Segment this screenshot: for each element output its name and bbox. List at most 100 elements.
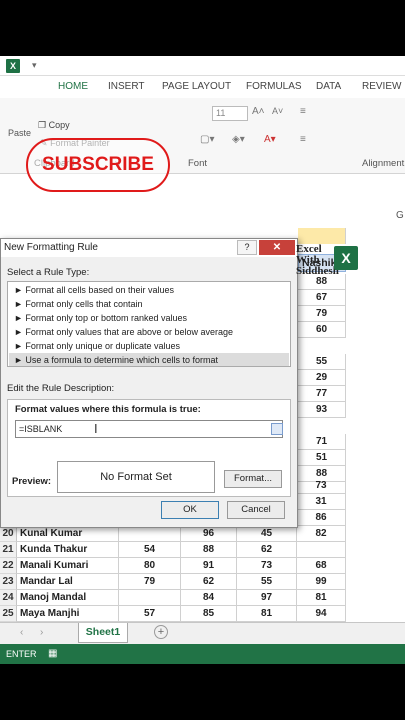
- fill-color-icon[interactable]: ◈▾: [232, 134, 245, 145]
- table-cell[interactable]: 73: [237, 558, 297, 574]
- table-cell[interactable]: 57: [119, 606, 181, 622]
- close-button[interactable]: ✕: [259, 240, 295, 255]
- borders-icon[interactable]: ▢▾: [200, 134, 214, 145]
- format-button[interactable]: Format...: [224, 470, 282, 488]
- table-cell[interactable]: 82: [297, 526, 346, 542]
- row-header[interactable]: 22: [0, 558, 17, 574]
- rule-type-item[interactable]: ► Format only top or bottom ranked value…: [14, 313, 187, 323]
- copy-button[interactable]: ❐ Copy: [38, 120, 70, 131]
- tab-data[interactable]: DATA: [316, 81, 341, 92]
- table-cell[interactable]: 55: [298, 354, 346, 370]
- ok-button[interactable]: OK: [161, 501, 219, 519]
- arrow-icon: ►: [14, 313, 26, 323]
- table-cell[interactable]: [119, 590, 181, 606]
- subscribe-overlay: SUBSCRIBE: [26, 138, 170, 192]
- table-cell[interactable]: 79: [298, 306, 346, 322]
- collapse-dialog-icon[interactable]: [271, 423, 283, 435]
- table-cell[interactable]: 71: [298, 434, 346, 450]
- table-cell[interactable]: Kunda Thakur: [17, 542, 119, 558]
- add-sheet-icon[interactable]: +: [154, 625, 168, 639]
- arrow-icon: ►: [14, 341, 26, 351]
- macro-record-icon[interactable]: ▦: [48, 648, 57, 659]
- tab-formulas[interactable]: FORMULAS: [246, 81, 302, 92]
- table-cell[interactable]: 51: [298, 450, 346, 466]
- row-header[interactable]: 21: [0, 542, 17, 558]
- table-cell[interactable]: 54: [119, 542, 181, 558]
- table-cell[interactable]: 77: [298, 386, 346, 402]
- table-cell[interactable]: 67: [298, 290, 346, 306]
- shrink-font-icon[interactable]: A˅: [272, 106, 283, 116]
- rule-type-label: Format only unique or duplicate values: [25, 341, 181, 351]
- table-cell[interactable]: 68: [297, 558, 346, 574]
- select-rule-type-label: Select a Rule Type:: [7, 267, 90, 278]
- table-cell[interactable]: 60: [298, 322, 346, 338]
- rule-type-list: ► Format all cells based on their values…: [7, 281, 291, 367]
- formula-input[interactable]: =ISBLANK I: [15, 420, 283, 438]
- table-cell[interactable]: 45: [237, 526, 297, 542]
- title-bar: X ▾: [0, 56, 405, 76]
- table-cell[interactable]: 97: [237, 590, 297, 606]
- row-header[interactable]: 23: [0, 574, 17, 590]
- rule-type-item[interactable]: ► Use a formula to determine which cells…: [14, 355, 218, 365]
- rule-type-item[interactable]: ► Format only unique or duplicate values: [14, 341, 180, 351]
- table-cell[interactable]: 73: [297, 478, 346, 494]
- table-cell[interactable]: [119, 526, 181, 542]
- table-cell[interactable]: Maya Manjhi: [17, 606, 119, 622]
- cancel-button[interactable]: Cancel: [227, 501, 285, 519]
- rule-type-item[interactable]: ► Format all cells based on their values: [14, 285, 174, 295]
- row-header[interactable]: 24: [0, 590, 17, 606]
- table-cell[interactable]: [297, 542, 346, 558]
- table-cell[interactable]: 79: [119, 574, 181, 590]
- table-cell[interactable]: Manoj Mandal: [17, 590, 119, 606]
- font-color-icon[interactable]: A▾: [264, 134, 276, 145]
- excel-logo-icon: X: [6, 59, 20, 73]
- grow-font-icon[interactable]: A˄: [252, 106, 265, 117]
- table-cell[interactable]: 81: [237, 606, 297, 622]
- table-cell[interactable]: 84: [181, 590, 237, 606]
- edit-rule-description-label: Edit the Rule Description:: [7, 383, 115, 394]
- table-cell[interactable]: 62: [237, 542, 297, 558]
- font-size-select[interactable]: 11: [212, 106, 248, 121]
- rule-type-item[interactable]: ► Format only cells that contain: [14, 299, 142, 309]
- table-cell[interactable]: 96: [181, 526, 237, 542]
- new-formatting-rule-dialog: New Formatting Rule ? ✕ Select a Rule Ty…: [0, 238, 298, 528]
- paste-button[interactable]: Paste: [8, 128, 31, 138]
- tab-home[interactable]: HOME: [58, 81, 88, 92]
- arrow-icon: ►: [14, 327, 26, 337]
- table-cell[interactable]: 85: [181, 606, 237, 622]
- rule-type-label: Use a formula to determine which cells t…: [25, 355, 218, 365]
- table-cell[interactable]: Kunal Kumar: [17, 526, 119, 542]
- arrow-icon: ►: [14, 299, 26, 309]
- table-cell[interactable]: 31: [297, 494, 346, 510]
- quick-access-toolbar[interactable]: ▾: [32, 60, 37, 71]
- table-cell[interactable]: 88: [181, 542, 237, 558]
- table-cell[interactable]: 62: [181, 574, 237, 590]
- header-fill-cell[interactable]: [298, 228, 346, 244]
- arrow-icon: ►: [14, 285, 26, 295]
- table-cell[interactable]: 94: [297, 606, 346, 622]
- table-cell[interactable]: Mandar Lal: [17, 574, 119, 590]
- help-button[interactable]: ?: [237, 240, 257, 255]
- table-cell[interactable]: Manali Kumari: [17, 558, 119, 574]
- table-cell[interactable]: 55: [237, 574, 297, 590]
- scroll-left-icon[interactable]: ‹: [20, 627, 23, 638]
- table-cell[interactable]: 29: [298, 370, 346, 386]
- align-left-icon[interactable]: ≡: [300, 134, 306, 145]
- tab-page-layout[interactable]: PAGE LAYOUT: [162, 81, 231, 92]
- table-cell[interactable]: 99: [297, 574, 346, 590]
- scroll-right-icon[interactable]: ›: [40, 627, 43, 638]
- table-cell[interactable]: 81: [297, 590, 346, 606]
- tab-review[interactable]: REVIEW: [362, 81, 401, 92]
- row-header[interactable]: 25: [0, 606, 17, 622]
- rule-type-label: Format only cells that contain: [25, 299, 143, 309]
- align-top-icon[interactable]: ≡: [300, 106, 306, 117]
- rule-type-item[interactable]: ► Format only values that are above or b…: [14, 327, 233, 337]
- table-cell[interactable]: 80: [119, 558, 181, 574]
- row-header[interactable]: 20: [0, 526, 17, 542]
- table-cell[interactable]: 93: [298, 402, 346, 418]
- sheet-tab-sheet1[interactable]: Sheet1: [78, 623, 128, 643]
- table-cell[interactable]: 91: [181, 558, 237, 574]
- table-cell[interactable]: 86: [297, 510, 346, 526]
- tab-insert[interactable]: INSERT: [108, 81, 145, 92]
- column-header-g[interactable]: G: [396, 210, 404, 221]
